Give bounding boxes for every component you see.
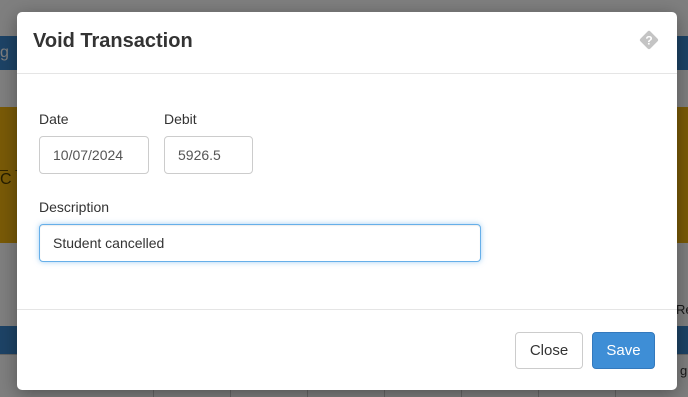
modal-title: Void Transaction: [33, 30, 193, 52]
modal-footer: Close Save: [17, 309, 677, 390]
svg-text:?: ?: [645, 34, 652, 48]
description-label: Description: [39, 199, 110, 215]
modal-header: Void Transaction ?: [17, 12, 677, 74]
date-input[interactable]: [39, 136, 149, 174]
question-diamond-icon[interactable]: ?: [638, 29, 660, 51]
debit-label: Debit: [164, 111, 197, 127]
debit-input[interactable]: [164, 136, 253, 174]
modal-body: Date Debit Description: [17, 75, 677, 309]
description-input[interactable]: [39, 224, 481, 262]
void-transaction-dialog: Void Transaction ? Date Debit Descriptio…: [17, 12, 677, 390]
close-button[interactable]: Close: [515, 332, 583, 369]
save-button[interactable]: Save: [592, 332, 655, 369]
date-label: Date: [39, 111, 69, 127]
